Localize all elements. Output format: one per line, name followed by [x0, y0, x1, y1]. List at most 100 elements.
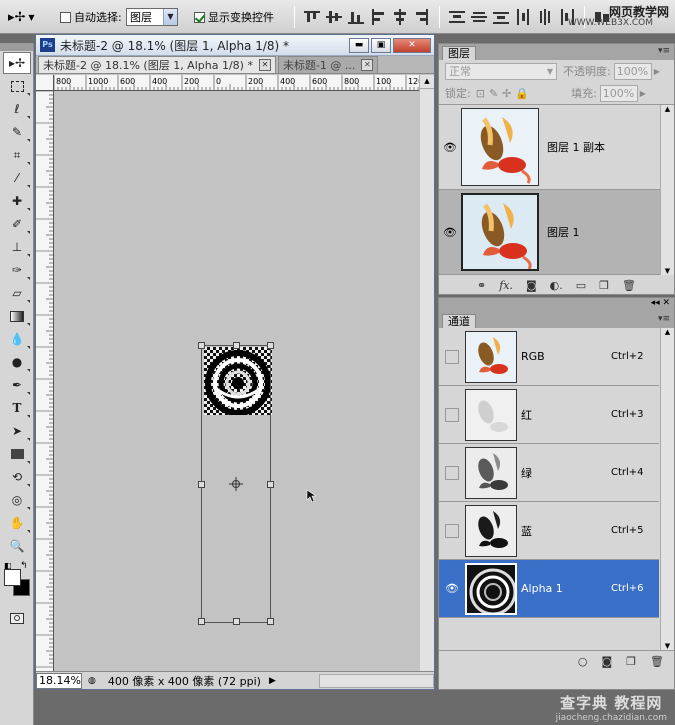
- quick-mask-icon[interactable]: [3, 607, 31, 629]
- tab-document-2[interactable]: 未标题-2 @ 18.1% (图层 1, Alpha 1/8) * ✕: [38, 56, 276, 73]
- pen-tool-icon[interactable]: ✒: [3, 374, 31, 396]
- close-button[interactable]: ✕: [393, 37, 431, 53]
- channels-scrollbar[interactable]: ▲ ▼: [660, 328, 674, 650]
- load-channel-selection-icon[interactable]: ○: [578, 655, 588, 668]
- dodge-tool-icon[interactable]: ●: [3, 351, 31, 373]
- new-group-icon[interactable]: ▭: [576, 279, 586, 292]
- shape-tool-icon[interactable]: [3, 443, 31, 465]
- layer-visibility-eye-icon[interactable]: 👁: [439, 226, 461, 239]
- eraser-tool-icon[interactable]: ▱: [3, 282, 31, 304]
- horizontal-ruler[interactable]: 80010006004002000200400600800100120: [54, 75, 420, 91]
- crop-tool-icon[interactable]: ⌗: [3, 144, 31, 166]
- move-tool-icon[interactable]: ▸✢: [3, 52, 31, 74]
- maximize-button[interactable]: ▣: [371, 37, 391, 53]
- transform-handle[interactable]: [198, 618, 205, 625]
- 3d-rotate-tool-icon[interactable]: ⟲: [3, 466, 31, 488]
- transform-handle[interactable]: [233, 342, 240, 349]
- auto-select-checkbox[interactable]: 自动选择:: [60, 7, 122, 27]
- collapse-arrows-icon[interactable]: ◂◂ ✕: [651, 298, 670, 308]
- channel-visibility-eye-icon[interactable]: 👁: [439, 582, 465, 595]
- new-layer-icon[interactable]: ❐: [599, 279, 609, 292]
- adjustment-layer-icon[interactable]: ◐.: [550, 279, 563, 292]
- distribute-left-icon[interactable]: [515, 9, 531, 25]
- align-left-icon[interactable]: [370, 9, 386, 25]
- opacity-field[interactable]: 100%: [613, 62, 652, 80]
- delete-channel-icon[interactable]: 🗑: [650, 655, 664, 668]
- close-tab-icon[interactable]: ✕: [258, 59, 271, 71]
- fill-field[interactable]: 100%: [599, 84, 638, 102]
- auto-select-dropdown[interactable]: 图层 ▼: [126, 8, 178, 26]
- vertical-scrollbar[interactable]: ▲: [419, 75, 434, 671]
- distribute-vcenter-icon[interactable]: [471, 9, 487, 25]
- foreground-color-swatch[interactable]: [4, 569, 21, 586]
- horizontal-scrollbar[interactable]: [319, 673, 434, 688]
- transform-handle[interactable]: [198, 481, 205, 488]
- channel-row-green[interactable]: 绿 Ctrl+4: [439, 444, 659, 502]
- channels-collapse-bar[interactable]: ◂◂ ✕: [439, 298, 674, 312]
- distribute-hcenter-icon[interactable]: [537, 9, 553, 25]
- brush-tool-icon[interactable]: ✐: [3, 213, 31, 235]
- path-select-tool-icon[interactable]: ➤: [3, 420, 31, 442]
- scroll-up-icon[interactable]: ▲: [661, 105, 674, 113]
- channel-row-red[interactable]: 红 Ctrl+3: [439, 386, 659, 444]
- channel-row-alpha-selected[interactable]: 👁 Alpha 1 Ctrl+6: [439, 560, 659, 618]
- show-transform-check[interactable]: [194, 11, 205, 23]
- blur-tool-icon[interactable]: 💧: [3, 328, 31, 350]
- channel-row-blue[interactable]: 蓝 Ctrl+5: [439, 502, 659, 560]
- toolbox-grip[interactable]: [0, 43, 33, 51]
- transform-handle[interactable]: [267, 618, 274, 625]
- type-tool-icon[interactable]: T: [3, 397, 31, 419]
- transform-handle[interactable]: [233, 618, 240, 625]
- transform-center-icon[interactable]: [229, 477, 243, 491]
- layer-visibility-eye-icon[interactable]: 👁: [439, 141, 461, 154]
- align-vcenter-icon[interactable]: [326, 9, 342, 25]
- layers-scrollbar[interactable]: ▲ ▼: [660, 105, 674, 275]
- clone-stamp-tool-icon[interactable]: ⊥: [3, 236, 31, 258]
- swap-colors-icon[interactable]: ↰: [20, 561, 28, 571]
- align-right-icon[interactable]: [414, 9, 430, 25]
- panel-menu-icon[interactable]: ▾≡: [658, 46, 670, 56]
- scroll-up-icon[interactable]: ▲: [661, 328, 674, 336]
- transform-handle[interactable]: [267, 342, 274, 349]
- channel-visibility-toggle[interactable]: [445, 465, 459, 480]
- channel-visibility-toggle[interactable]: [445, 523, 459, 538]
- auto-select-check[interactable]: [60, 11, 71, 23]
- close-tab-icon[interactable]: ✕: [361, 59, 374, 71]
- channel-visibility-toggle[interactable]: [445, 349, 459, 364]
- lock-position-icon[interactable]: ✢: [502, 87, 511, 100]
- lock-all-icon[interactable]: 🔒: [515, 87, 529, 100]
- vertical-ruler[interactable]: [36, 91, 54, 671]
- zoom-field[interactable]: 18.14%: [36, 672, 82, 689]
- transform-handle[interactable]: [198, 342, 205, 349]
- panel-menu-icon[interactable]: ▾≡: [658, 314, 670, 324]
- scroll-down-icon[interactable]: ▼: [661, 267, 674, 275]
- eyedropper-tool-icon[interactable]: ⁄: [3, 167, 31, 189]
- ruler-origin[interactable]: [36, 75, 54, 91]
- zoom-tool-icon[interactable]: 🔍: [3, 535, 31, 557]
- lock-pixels-icon[interactable]: ✎: [489, 87, 498, 100]
- canvas-area[interactable]: [54, 91, 420, 671]
- distribute-bottom-icon[interactable]: [493, 9, 509, 25]
- hand-tool-icon[interactable]: ✋: [3, 512, 31, 534]
- marquee-tool-icon[interactable]: [3, 75, 31, 97]
- gradient-tool-icon[interactable]: [3, 305, 31, 327]
- tab-document-1[interactable]: 未标题-1 @ ... ✕: [277, 56, 379, 73]
- layer-style-fx-icon[interactable]: fx.: [499, 279, 513, 292]
- add-mask-icon[interactable]: ◙: [526, 279, 537, 292]
- layer-row-selected[interactable]: 👁 图层 1: [439, 190, 661, 275]
- scroll-down-icon[interactable]: ▼: [661, 642, 674, 650]
- status-menu-arrow-icon[interactable]: ▶: [269, 676, 276, 686]
- history-brush-tool-icon[interactable]: ✑: [3, 259, 31, 281]
- channel-row-rgb[interactable]: RGB Ctrl+2: [439, 328, 659, 386]
- new-channel-icon[interactable]: ❐: [626, 655, 636, 668]
- 3d-orbit-tool-icon[interactable]: ◎: [3, 489, 31, 511]
- status-icon[interactable]: ◍: [88, 676, 96, 686]
- align-top-icon[interactable]: [304, 9, 320, 25]
- minimize-button[interactable]: ▬: [349, 37, 369, 53]
- distribute-top-icon[interactable]: [449, 9, 465, 25]
- blend-mode-dropdown[interactable]: 正常 ▼: [445, 62, 557, 80]
- lasso-tool-icon[interactable]: ℓ: [3, 98, 31, 120]
- link-layers-icon[interactable]: ⚭: [477, 279, 486, 292]
- show-transform-checkbox[interactable]: 显示变换控件: [194, 7, 274, 27]
- layer-row[interactable]: 👁 图层 1 副本: [439, 105, 661, 190]
